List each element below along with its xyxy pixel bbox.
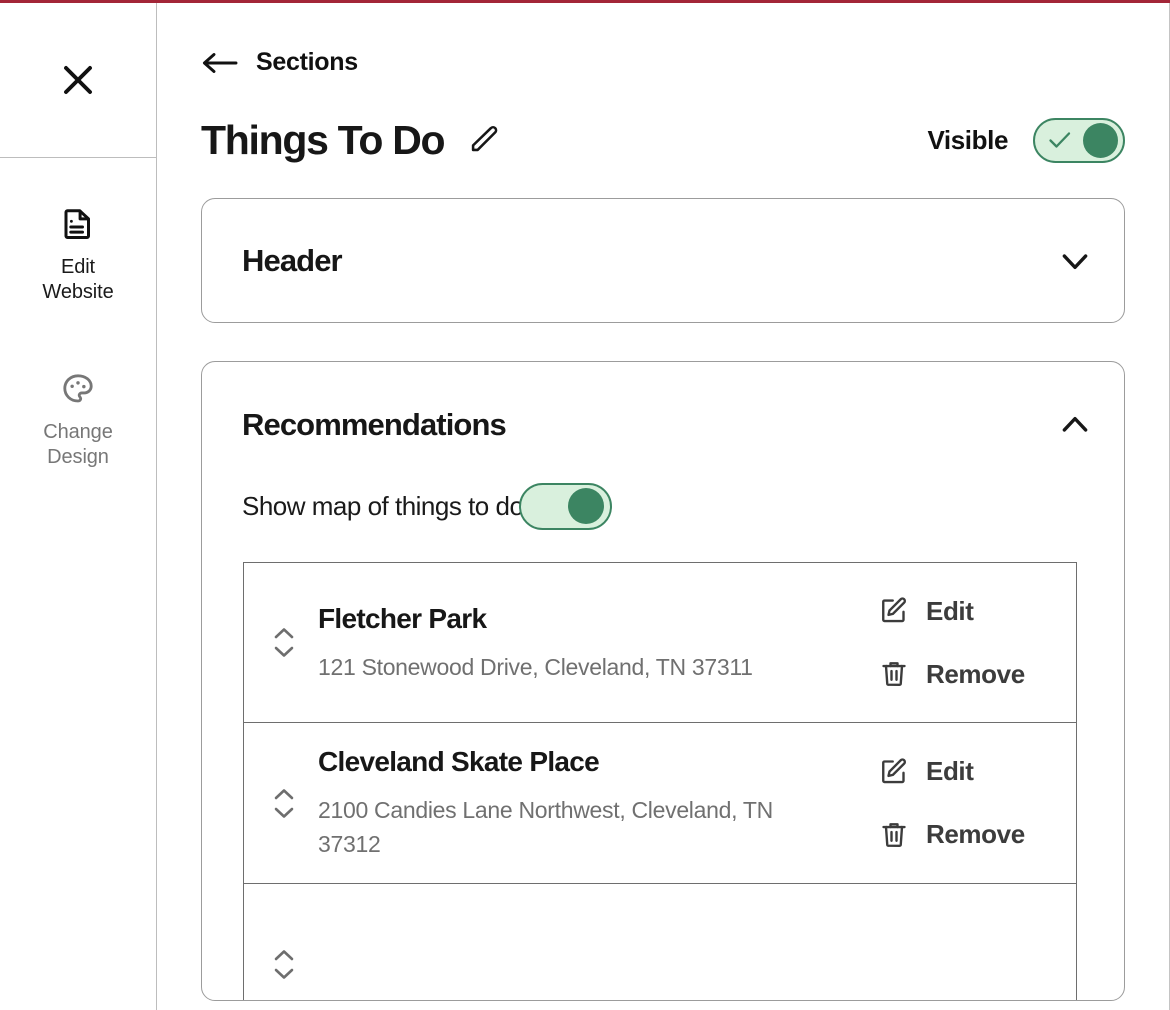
back-label: Sections — [256, 48, 358, 76]
remove-label: Remove — [926, 658, 1025, 689]
show-map-label: Show map of things to do — [242, 491, 524, 521]
show-map-toggle-wrapper — [519, 482, 613, 530]
recommendation-name: Fletcher Park — [318, 602, 487, 634]
sidebar-item-label-edit-website: Edit Website — [42, 256, 114, 303]
table-row[interactable]: Fletcher Park 121 Stonewood Drive, Cleve… — [244, 563, 1076, 723]
palette-icon — [60, 367, 96, 411]
check-icon — [1048, 130, 1072, 150]
arrow-left-icon — [201, 51, 239, 75]
back-to-sections-button[interactable]: Sections — [201, 48, 358, 77]
sort-updown-chevrons-icon[interactable] — [262, 948, 306, 981]
section-card-title: Header — [242, 242, 343, 278]
trash-icon — [879, 820, 909, 850]
section-card-recommendations: Recommendations Show map of things to do — [201, 361, 1125, 1001]
table-row[interactable]: Cleveland Skate Place 2100 Candies Lane … — [244, 723, 1076, 884]
sidebar-close-zone — [0, 3, 156, 158]
remove-button[interactable]: Remove — [879, 819, 1054, 850]
table-row[interactable] — [244, 884, 1076, 1000]
page-title-row: Things To Do Visible — [201, 117, 1125, 163]
page-title: Things To Do — [201, 117, 446, 163]
remove-label: Remove — [926, 819, 1025, 849]
recommendations-list: Fletcher Park 121 Stonewood Drive, Cleve… — [243, 562, 1077, 1000]
sidebar-item-label-change-design: Change Design — [43, 421, 113, 468]
section-card-header[interactable]: Header — [201, 198, 1125, 323]
visible-label: Visible — [927, 124, 1008, 155]
close-x-icon[interactable] — [56, 58, 100, 102]
app-shell: Edit Website Change Design Sections Thin… — [0, 3, 1170, 1010]
recommendation-info: Cleveland Skate Place 2100 Candies Lane … — [318, 745, 788, 861]
sort-updown-chevrons-icon[interactable] — [262, 626, 306, 659]
recommendation-info: Fletcher Park 121 Stonewood Drive, Cleve… — [318, 602, 788, 684]
edit-pencil-square-icon — [879, 596, 909, 626]
sort-updown-chevrons-icon[interactable] — [262, 787, 306, 820]
recommendation-info — [318, 957, 788, 971]
sidebar-item-edit-website[interactable]: Edit Website — [0, 202, 156, 305]
recommendation-address: 121 Stonewood Drive, Cleveland, TN 37311 — [318, 653, 753, 680]
sidebar-item-change-design[interactable]: Change Design — [0, 367, 156, 470]
toggle-knob — [1083, 122, 1118, 158]
left-sidebar: Edit Website Change Design — [0, 3, 157, 1010]
show-map-setting-row: Show map of things to do — [242, 479, 1095, 533]
recommendations-header[interactable]: Recommendations — [242, 362, 1095, 487]
recommendation-actions: Edit Remove — [879, 596, 1054, 690]
visibility-control: Visible — [927, 117, 1125, 163]
edit-label: Edit — [926, 756, 974, 786]
section-editor-panel: Sections Things To Do Visible Header Rec… — [157, 3, 1170, 1010]
recommendation-actions: Edit Remove — [879, 756, 1054, 850]
chevron-up-icon[interactable] — [1055, 405, 1095, 445]
show-map-toggle[interactable] — [519, 482, 613, 530]
recommendation-address: 2100 Candies Lane Northwest, Cleveland, … — [318, 797, 773, 857]
edit-pencil-square-icon — [879, 757, 909, 787]
top-accent-bar — [0, 0, 1170, 3]
chevron-down-icon[interactable] — [1055, 241, 1095, 281]
toggle-knob — [568, 488, 605, 524]
recommendation-name: Cleveland Skate Place — [318, 746, 600, 777]
pencil-icon[interactable] — [466, 123, 500, 157]
visible-toggle[interactable] — [1033, 117, 1125, 163]
remove-button[interactable]: Remove — [879, 659, 1054, 690]
trash-icon — [879, 659, 909, 689]
edit-label: Edit — [926, 595, 974, 626]
edit-button[interactable]: Edit — [879, 596, 1054, 627]
section-card-title: Recommendations — [242, 406, 507, 442]
edit-button[interactable]: Edit — [879, 756, 1054, 787]
document-icon — [60, 202, 96, 246]
